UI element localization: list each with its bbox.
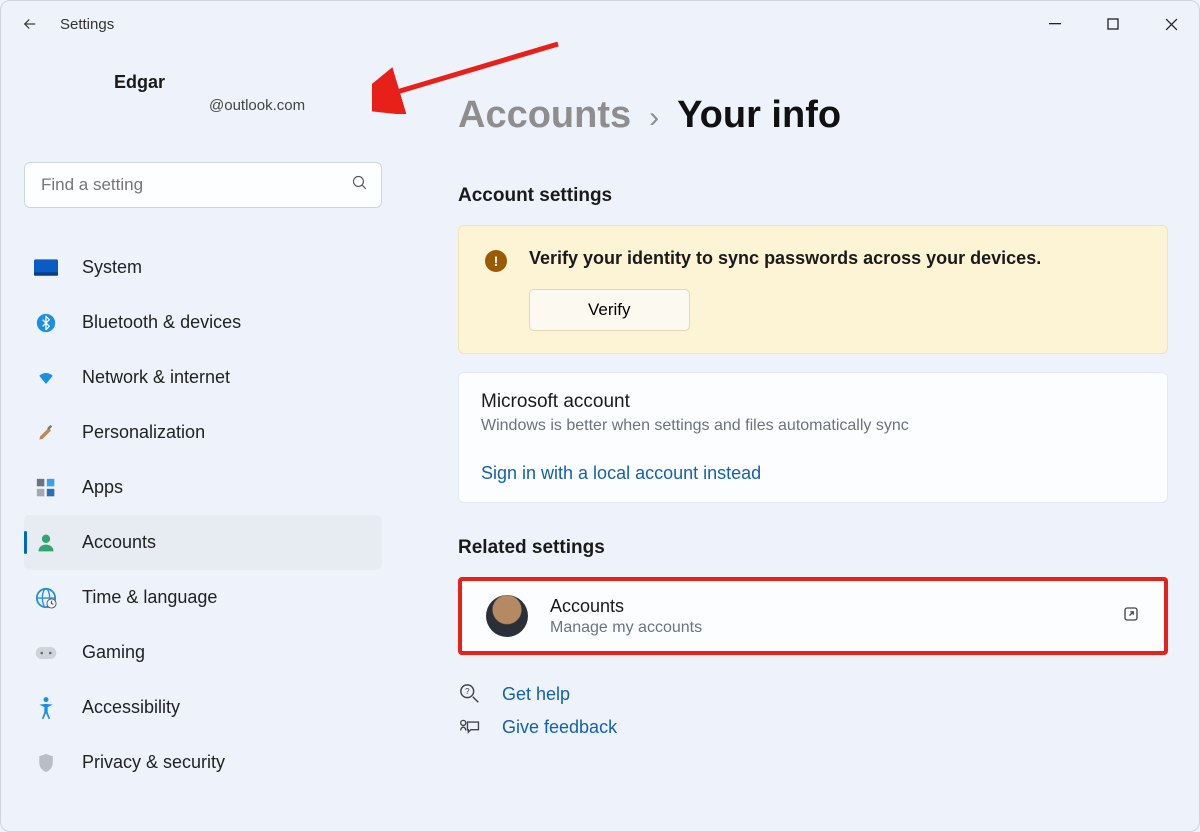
title-bar: Settings [0,0,1200,48]
sidebar-item-label: Network & internet [82,367,230,388]
chevron-right-icon: › [649,101,659,135]
sidebar-item-label: Time & language [82,587,217,608]
arrow-left-icon [21,15,39,33]
sidebar-item-time-language[interactable]: Time & language [24,570,382,625]
profile-email: @outlook.com [209,97,382,114]
search-wrap [24,162,382,208]
back-button[interactable] [8,2,52,46]
get-help-link[interactable]: ? Get help [458,683,1168,705]
sidebar-item-gaming[interactable]: Gaming [24,625,382,680]
app-title: Settings [60,16,114,33]
paintbrush-icon [34,421,58,445]
sidebar-item-network[interactable]: Network & internet [24,350,382,405]
close-button[interactable] [1142,0,1200,48]
search-icon [351,174,368,196]
related-card-subtitle: Manage my accounts [550,619,1100,637]
accessibility-icon [34,696,58,720]
breadcrumb: Accounts › Your info [458,94,1168,137]
title-bar-left: Settings [8,2,114,46]
sidebar-item-label: System [82,257,142,278]
shield-icon [34,751,58,775]
feedback-link-label: Give feedback [502,717,617,738]
bluetooth-icon [34,311,58,335]
minimize-icon [1049,18,1061,30]
maximize-button[interactable] [1084,0,1142,48]
sidebar-item-label: Accessibility [82,697,180,718]
window-controls [1026,0,1200,48]
help-links: ? Get help Give feedback [458,683,1168,738]
globe-clock-icon [34,586,58,610]
help-icon: ? [458,683,482,705]
verify-button[interactable]: Verify [529,289,690,331]
help-link-label: Get help [502,684,570,705]
sidebar-item-label: Personalization [82,422,205,443]
related-accounts-card[interactable]: Accounts Manage my accounts [458,577,1168,655]
close-icon [1165,18,1178,31]
breadcrumb-current: Your info [677,94,841,137]
microsoft-account-card: Microsoft account Windows is better when… [458,372,1168,503]
sidebar-item-apps[interactable]: Apps [24,460,382,515]
sidebar-item-system[interactable]: System [24,240,382,295]
wifi-icon [34,366,58,390]
sidebar-item-bluetooth[interactable]: Bluetooth & devices [24,295,382,350]
microsoft-account-title: Microsoft account [481,391,1145,413]
svg-text:?: ? [465,687,470,696]
content: Accounts › Your info Account settings ! … [400,48,1200,832]
sidebar-item-personalization[interactable]: Personalization [24,405,382,460]
warning-text: Verify your identity to sync passwords a… [529,248,1141,269]
warning-icon: ! [485,250,507,272]
monitor-icon [34,256,58,280]
related-card-title: Accounts [550,596,1100,617]
sidebar-item-label: Apps [82,477,123,498]
breadcrumb-parent[interactable]: Accounts [458,94,631,137]
sidebar-item-accessibility[interactable]: Accessibility [24,680,382,735]
search-input[interactable] [24,162,382,208]
sidebar-item-label: Accounts [82,532,156,553]
sidebar-item-privacy[interactable]: Privacy & security [24,735,382,790]
section-heading-account-settings: Account settings [458,185,1168,207]
nav-list: System Bluetooth & devices Network & int… [24,240,382,790]
sidebar-item-label: Privacy & security [82,752,225,773]
person-icon [34,531,58,555]
verify-identity-card: ! Verify your identity to sync passwords… [458,225,1168,354]
give-feedback-link[interactable]: Give feedback [458,717,1168,738]
open-external-icon [1122,605,1140,628]
minimize-button[interactable] [1026,0,1084,48]
local-account-link[interactable]: Sign in with a local account instead [481,463,761,484]
sidebar-item-label: Bluetooth & devices [82,312,241,333]
profile-name: Edgar [114,72,382,93]
maximize-icon [1107,18,1119,30]
section-heading-related-settings: Related settings [458,537,1168,559]
avatar [486,595,528,637]
sidebar-item-accounts[interactable]: Accounts [24,515,382,570]
gamepad-icon [34,641,58,665]
microsoft-account-subtitle: Windows is better when settings and file… [481,417,1145,435]
apps-icon [34,476,58,500]
sidebar-item-label: Gaming [82,642,145,663]
sidebar: Edgar @outlook.com System Bluetooth & de… [0,48,400,832]
feedback-icon [458,718,482,738]
